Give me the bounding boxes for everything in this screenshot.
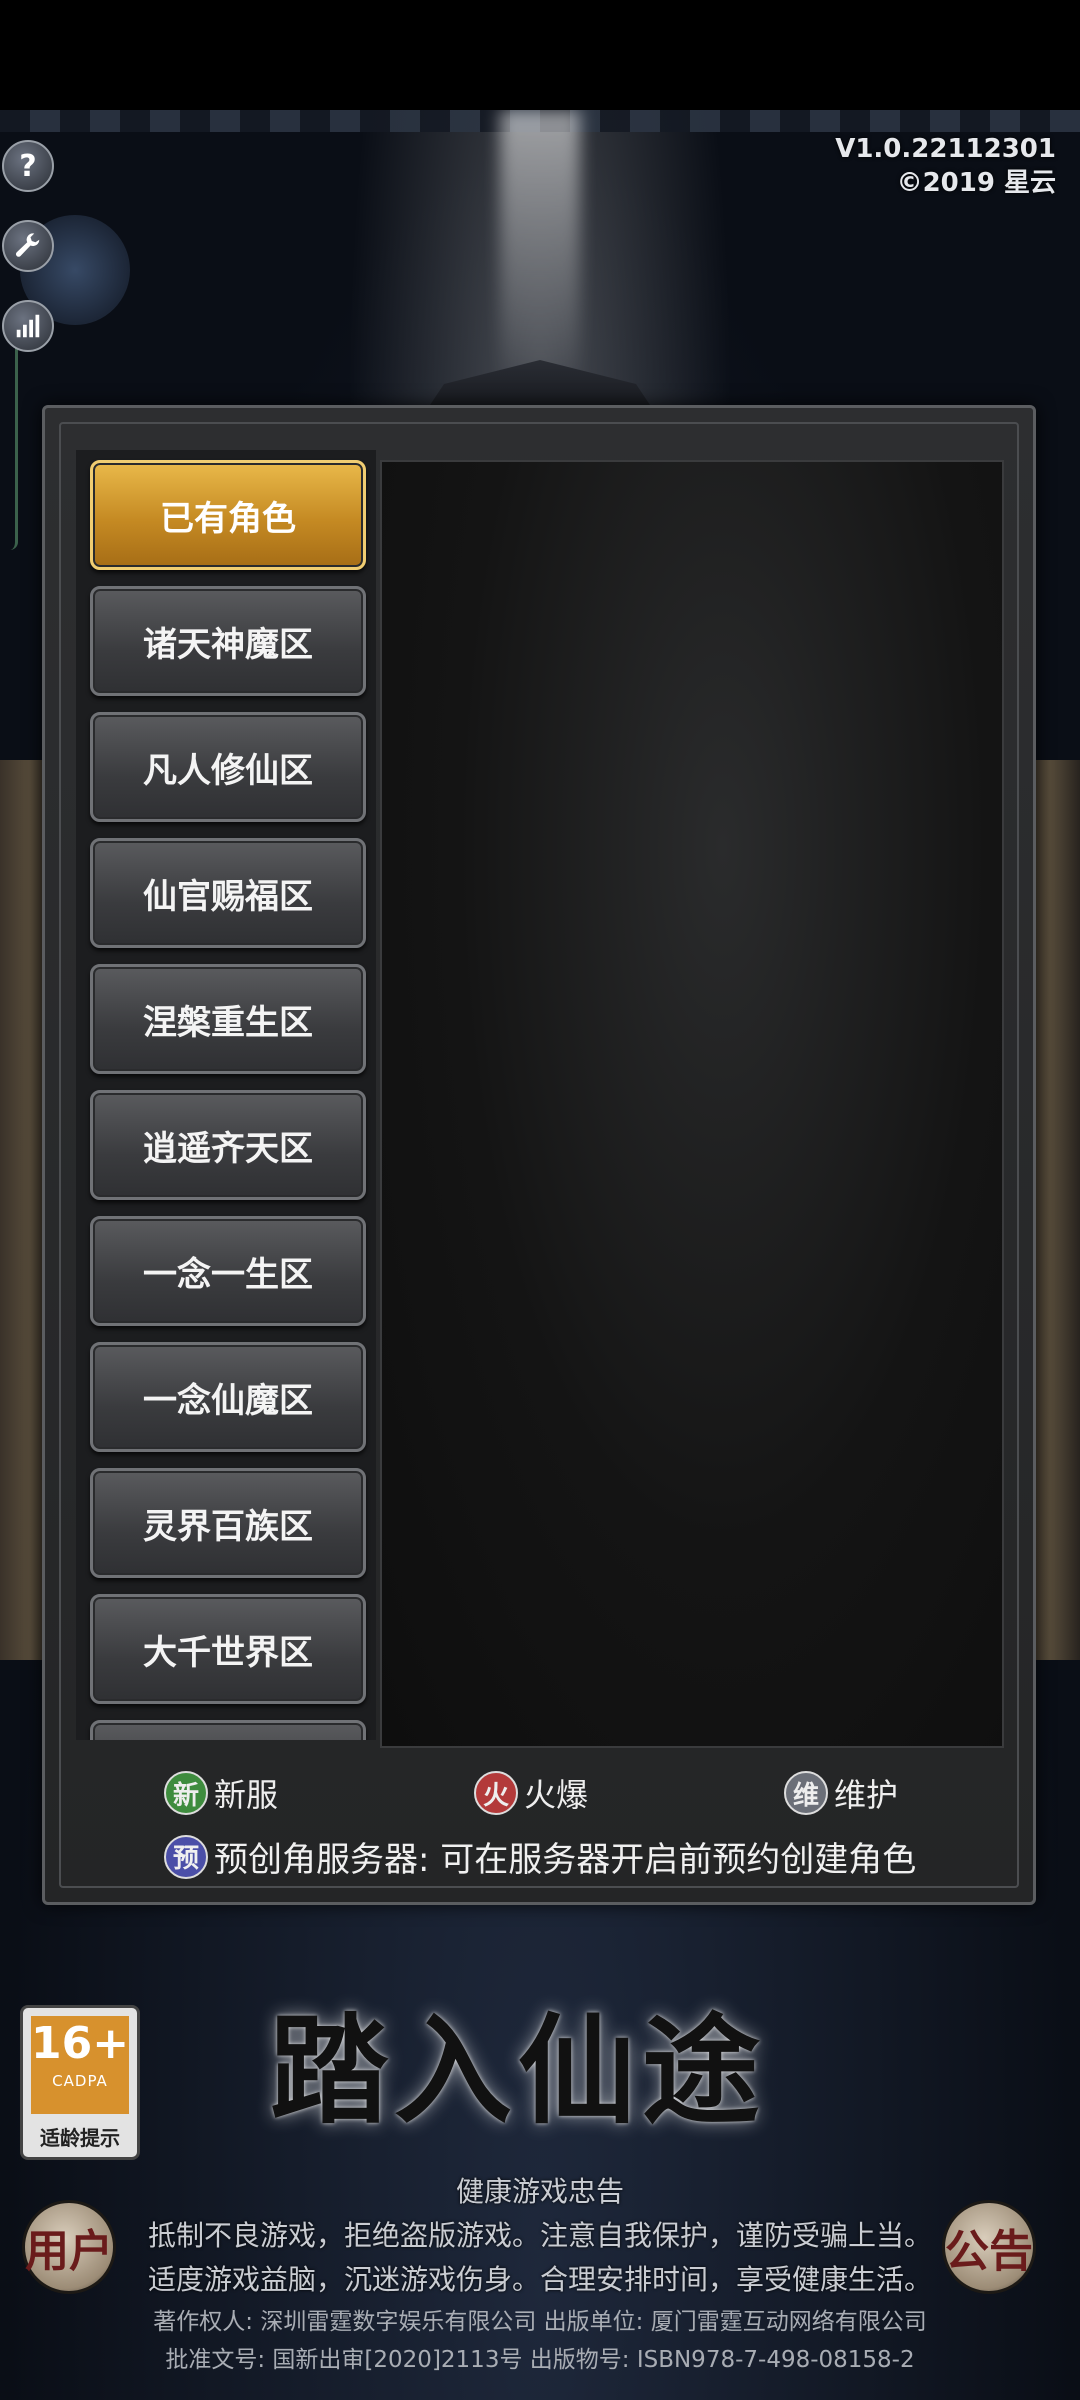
help-icon[interactable]: ? bbox=[2, 140, 54, 192]
age-rating-logo: 16+ CADPA bbox=[31, 2016, 129, 2114]
server-tab-yinian-xianmo[interactable]: 一念仙魔区 bbox=[90, 1342, 366, 1452]
server-tab-xianguan[interactable]: 仙官赐福区 bbox=[90, 838, 366, 948]
copyright-line-2: 批准文号: 国新出审[2020]2113号 出版物号: ISBN978-7-49… bbox=[165, 2347, 915, 2373]
server-status-legend: 新 新服 火 火爆 维 维护 bbox=[164, 1770, 964, 1822]
age-rating-label: 适龄提示 bbox=[40, 2126, 120, 2150]
age-rating-number: 16+ bbox=[31, 2018, 130, 2069]
hot-badge-icon: 火 bbox=[474, 1771, 518, 1815]
legend-new-label: 新服 bbox=[214, 1776, 279, 1814]
status-bar-area bbox=[0, 0, 1080, 110]
legend-new: 新 新服 bbox=[164, 1770, 278, 1816]
wrench-icon[interactable] bbox=[2, 220, 54, 272]
health-notice-heading: 健康游戏忠告 bbox=[455, 2175, 624, 2208]
server-content-area bbox=[380, 460, 1004, 1748]
server-tab-lingjie[interactable]: 灵界百族区 bbox=[90, 1468, 366, 1578]
side-rail[interactable] bbox=[0, 330, 18, 550]
maintain-badge-icon: 维 bbox=[784, 1771, 828, 1815]
new-badge-icon: 新 bbox=[164, 1771, 208, 1815]
server-tab-zhutian[interactable]: 诸天神魔区 bbox=[90, 586, 366, 696]
help-glyph: ? bbox=[19, 148, 37, 184]
copyright-year: ©2019 星云 bbox=[896, 168, 1056, 198]
server-tab-existing-roles[interactable]: 已有角色 bbox=[90, 460, 366, 570]
game-title-logo: 踏入仙途 bbox=[270, 2001, 767, 2140]
server-tab-partial[interactable] bbox=[90, 1720, 366, 1740]
signal-svg bbox=[16, 314, 40, 338]
prebook-note-text: 预创角服务器: 可在服务器开启前预约创建角色 bbox=[214, 1840, 917, 1880]
server-tab-niepan[interactable]: 涅槃重生区 bbox=[90, 964, 366, 1074]
server-tab-yinian-yisheng[interactable]: 一念一生区 bbox=[90, 1216, 366, 1326]
server-tab-daqian[interactable]: 大千世界区 bbox=[90, 1594, 366, 1704]
age-rating-org: CADPA bbox=[52, 2072, 108, 2090]
prebook-note: 预 预创角服务器: 可在服务器开启前预约创建角色 bbox=[164, 1832, 916, 1881]
legend-hot-label: 火爆 bbox=[524, 1776, 589, 1814]
light-beam bbox=[500, 110, 580, 390]
health-notice: 健康游戏忠告 抵制不良游戏，拒绝盗版游戏。注意自我保护，谨防受骗上当。 适度游戏… bbox=[0, 2170, 1080, 2302]
age-rating-badge[interactable]: 16+ CADPA 适龄提示 bbox=[20, 2005, 140, 2160]
version-info: V1.0.22112301 ©2019 星云 bbox=[835, 132, 1056, 200]
copyright-line-1: 著作权人: 深圳雷霆数字娱乐有限公司 出版单位: 厦门雷霆互动网络有限公司 bbox=[153, 2309, 927, 2335]
legend-maintain: 维 维护 bbox=[784, 1770, 898, 1816]
signal-icon[interactable] bbox=[2, 300, 54, 352]
version-number: V1.0.22112301 bbox=[835, 134, 1056, 164]
copyright-info: 著作权人: 深圳雷霆数字娱乐有限公司 出版单位: 厦门雷霆互动网络有限公司 批准… bbox=[0, 2303, 1080, 2379]
legend-maintain-label: 维护 bbox=[834, 1776, 899, 1814]
wrench-svg bbox=[15, 233, 40, 257]
health-notice-line-1: 抵制不良游戏，拒绝盗版游戏。注意自我保护，谨防受骗上当。 bbox=[147, 2219, 932, 2252]
server-tab-fanren[interactable]: 凡人修仙区 bbox=[90, 712, 366, 822]
health-notice-line-2: 适度游戏益脑，沉迷游戏伤身。合理安排时间，享受健康生活。 bbox=[147, 2263, 932, 2296]
server-tab-xiaoyao[interactable]: 逍遥齐天区 bbox=[90, 1090, 366, 1200]
prebook-badge-icon: 预 bbox=[164, 1834, 208, 1879]
server-list[interactable]: 已有角色 诸天神魔区 凡人修仙区 仙官赐福区 涅槃重生区 逍遥齐天区 一念一生区… bbox=[76, 450, 376, 1740]
legend-hot: 火 火爆 bbox=[474, 1770, 588, 1816]
